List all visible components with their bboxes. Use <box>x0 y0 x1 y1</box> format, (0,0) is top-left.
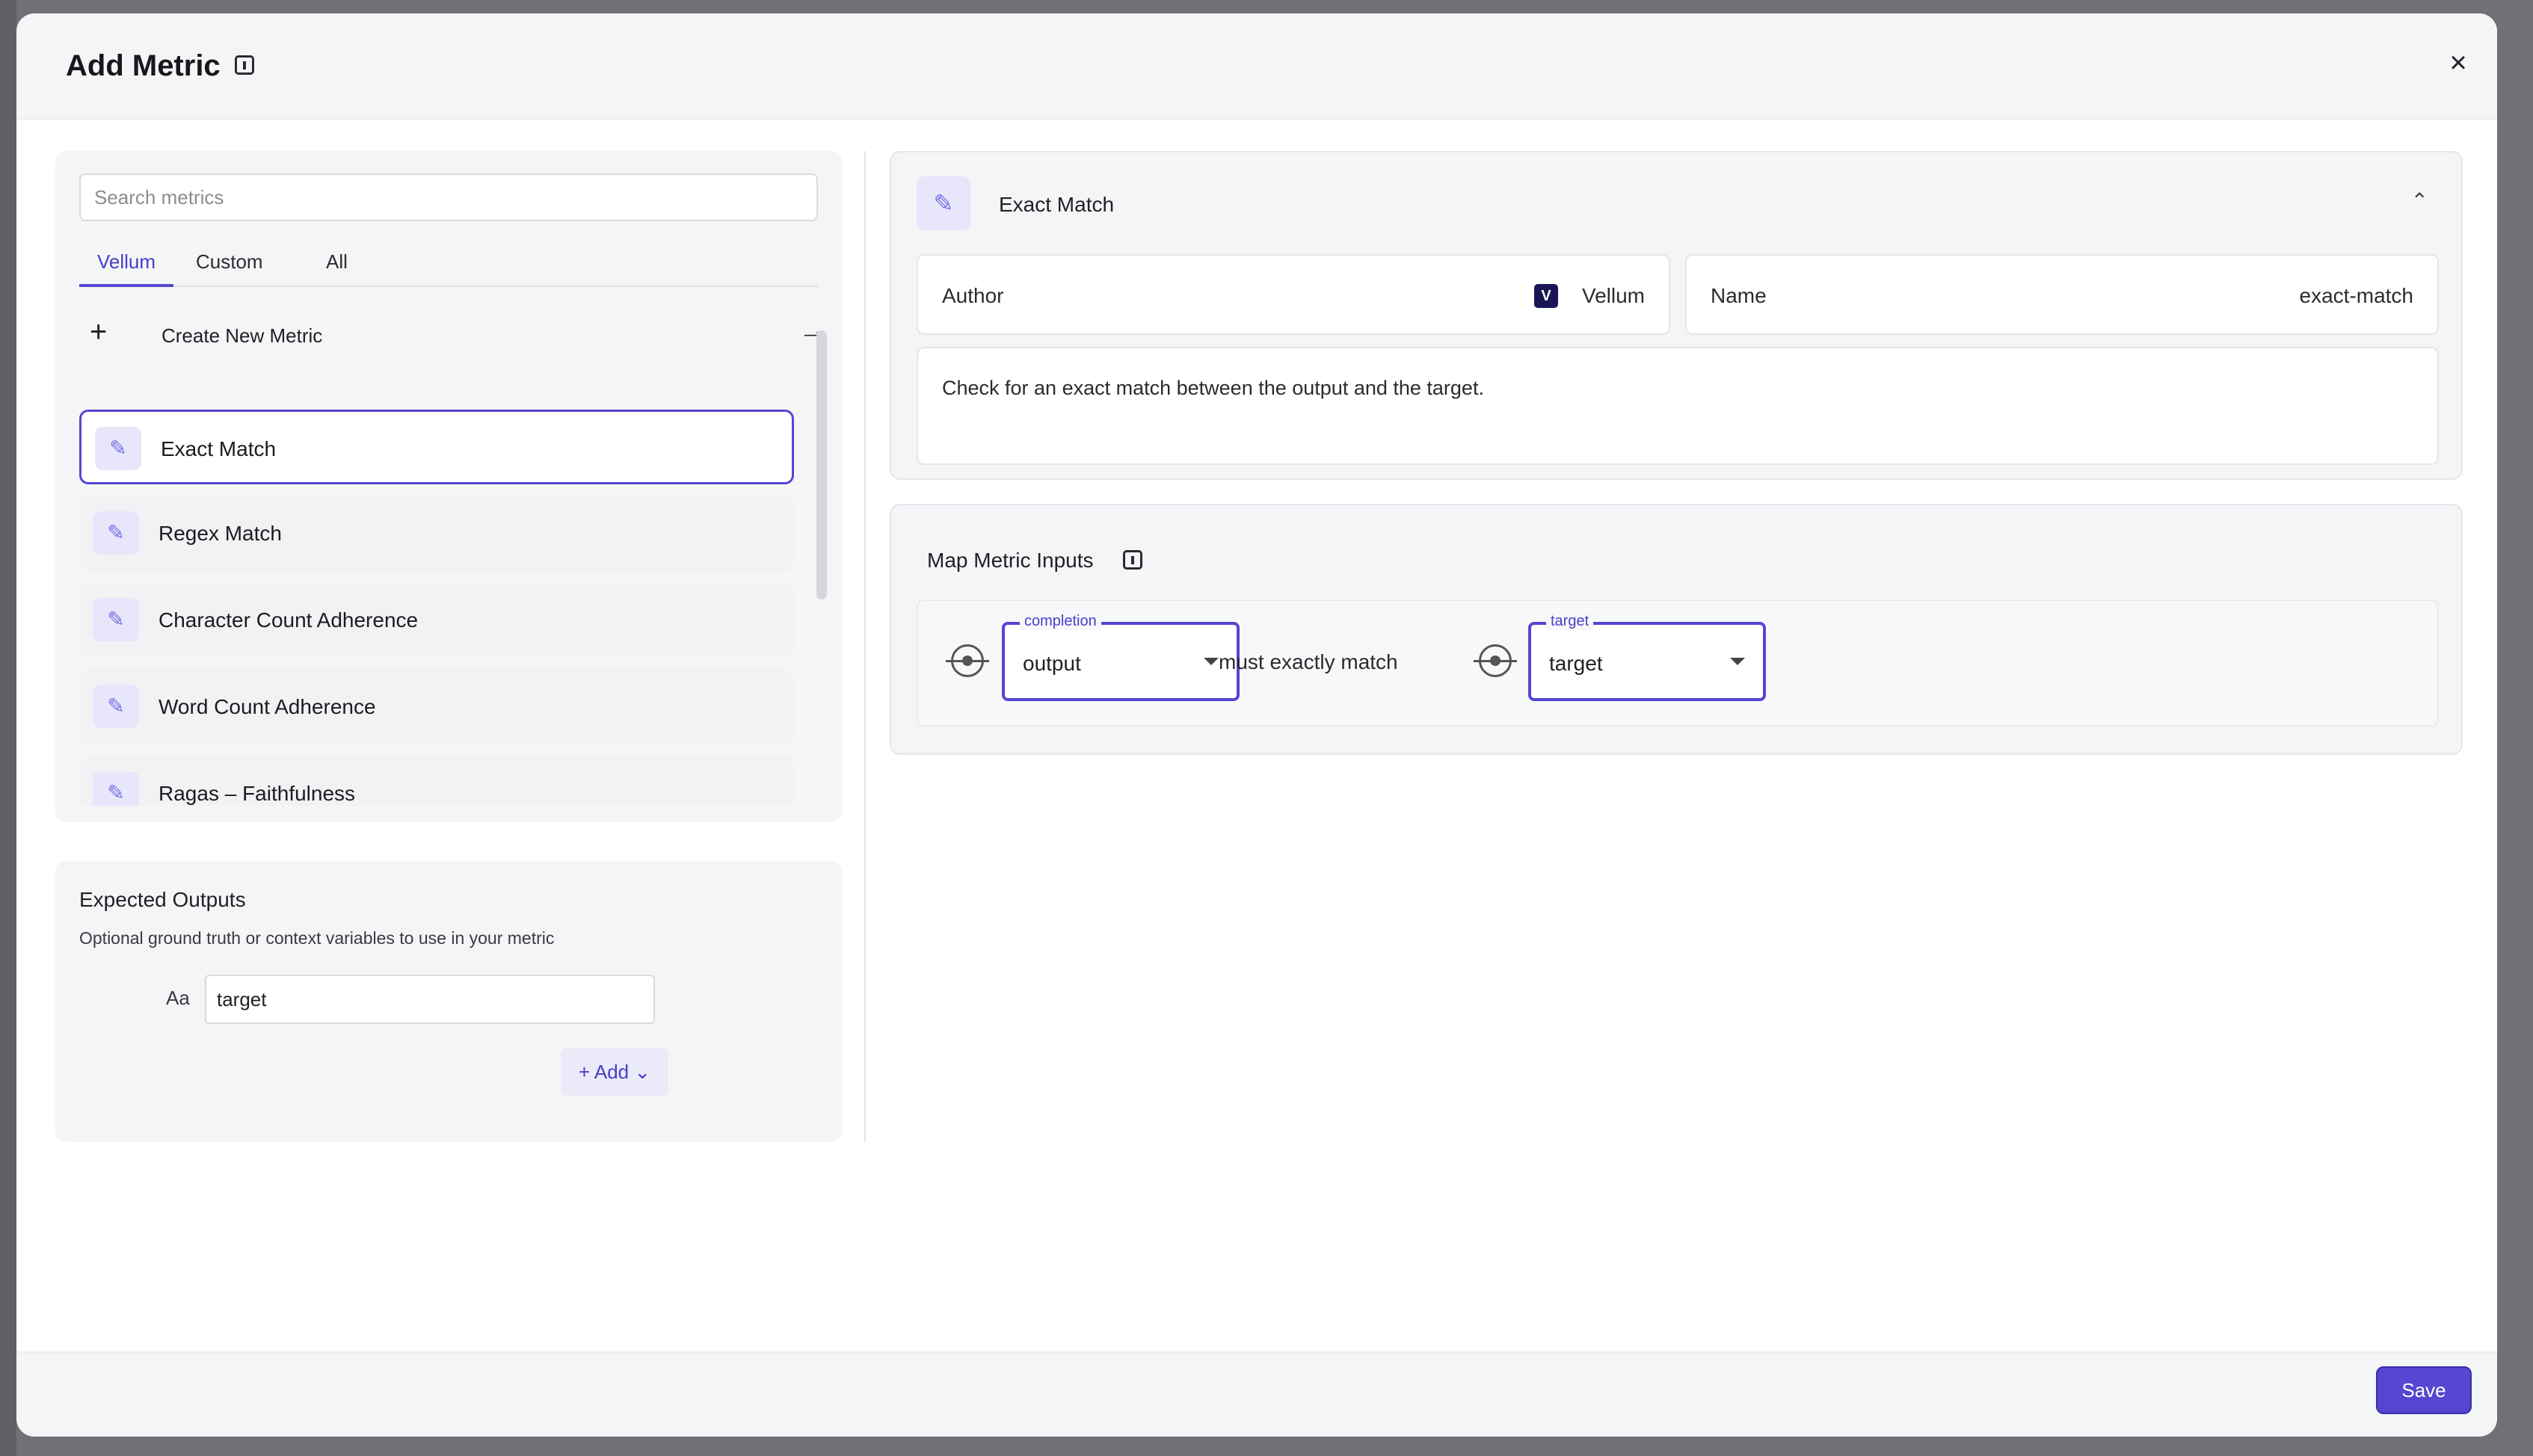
metric-label: Word Count Adherence <box>158 695 376 718</box>
ruler-icon: ✎ <box>93 511 139 555</box>
modal-title: Add Metric <box>66 49 221 82</box>
vellum-logo-icon: V <box>1534 284 1558 308</box>
create-new-metric-row[interactable]: + Create New Metric → <box>79 311 842 362</box>
author-value: Vellum <box>1581 284 1645 307</box>
metric-picker-panel: Vellum Custom All + Create New Metric → … <box>55 151 842 822</box>
metric-list-scrollbar[interactable] <box>816 330 827 821</box>
map-metric-inputs-panel: Map Metric Inputs completion output must… <box>890 504 2463 755</box>
tab-all[interactable]: All <box>308 247 366 287</box>
metric-label: Ragas – Faithfulness <box>158 782 356 805</box>
metric-label: Exact Match <box>161 437 277 460</box>
author-label: Author <box>942 284 1004 307</box>
add-expected-output-button[interactable]: + Add ⌄ <box>561 1048 668 1096</box>
caret-down-icon <box>1730 658 1745 665</box>
add-metric-modal: Add Metric × Vellum Custom All + Create … <box>16 13 2497 1437</box>
column-divider <box>864 151 866 1142</box>
select-legend: completion <box>1020 613 1101 630</box>
crosshair-icon <box>1474 644 1517 677</box>
crosshair-icon <box>946 644 989 677</box>
metric-list: ✎ Exact Match ✎ Regex Match ✎ Character … <box>79 410 794 818</box>
ruler-icon: ✎ <box>917 176 970 230</box>
name-label: Name <box>1711 284 1767 307</box>
scrollbar-thumb[interactable] <box>816 330 827 599</box>
match-connector-text: must exactly match <box>1219 650 1398 673</box>
chevron-up-icon[interactable]: ⌃ <box>2411 188 2428 213</box>
metric-item-regex-match[interactable]: ✎ Regex Match <box>79 496 794 571</box>
metric-item-ragas-faithfulness[interactable]: ✎ Ragas – Faithfulness <box>79 756 794 806</box>
select-value: output <box>1023 652 1081 675</box>
expected-output-variable-input[interactable] <box>205 975 655 1024</box>
author-field: Author V Vellum <box>917 254 1670 335</box>
close-button[interactable]: × <box>2442 46 2475 79</box>
completion-select[interactable]: completion output <box>1002 613 1240 701</box>
info-icon[interactable] <box>235 55 254 75</box>
metric-tabs: Vellum Custom All <box>79 241 818 287</box>
metric-label: Character Count Adherence <box>158 608 419 632</box>
name-field: Name exact-match <box>1685 254 2439 335</box>
plus-icon: + <box>90 315 108 348</box>
save-button[interactable]: Save <box>2376 1366 2472 1414</box>
target-select[interactable]: target target <box>1528 613 1766 701</box>
caret-down-icon <box>1204 658 1219 665</box>
name-value: exact-match <box>2299 284 2414 307</box>
background-app <box>0 0 16 1456</box>
metric-label: Regex Match <box>158 522 282 545</box>
info-icon[interactable] <box>1123 550 1142 570</box>
tab-vellum[interactable]: Vellum <box>79 247 174 287</box>
metric-detail-panel: ✎ Exact Match ⌃ Author V Vellum Name exa… <box>890 151 2463 480</box>
input-mapping-row: completion output must exactly match tar… <box>917 599 2439 727</box>
metric-item-word-count-adherence[interactable]: ✎ Word Count Adherence <box>79 670 794 744</box>
expected-outputs-description: Optional ground truth or context variabl… <box>79 928 555 948</box>
ruler-icon: ✎ <box>93 685 139 728</box>
modal-header: Add Metric × <box>16 13 2497 120</box>
select-legend: target <box>1546 613 1594 630</box>
metric-detail-title: Exact Match <box>999 193 1115 216</box>
metric-description-box: Check for an exact match between the out… <box>917 347 2439 465</box>
tab-custom[interactable]: Custom <box>178 247 281 287</box>
ruler-icon: ✎ <box>95 427 141 470</box>
ruler-icon: ✎ <box>93 771 139 806</box>
text-type-icon[interactable]: Aa <box>166 987 190 1010</box>
select-value: target <box>1549 652 1603 675</box>
metric-item-exact-match[interactable]: ✎ Exact Match <box>79 410 794 484</box>
create-new-metric-label: Create New Metric <box>161 324 323 347</box>
expected-outputs-panel: Expected Outputs Optional ground truth o… <box>55 861 842 1142</box>
modal-footer: Save <box>16 1351 2497 1437</box>
metric-description: Check for an exact match between the out… <box>942 377 1484 399</box>
metric-item-character-count-adherence[interactable]: ✎ Character Count Adherence <box>79 583 794 658</box>
search-metrics-input[interactable] <box>79 173 818 221</box>
expected-outputs-title: Expected Outputs <box>79 888 246 911</box>
map-metric-inputs-title: Map Metric Inputs <box>927 549 1094 572</box>
ruler-icon: ✎ <box>93 598 139 641</box>
